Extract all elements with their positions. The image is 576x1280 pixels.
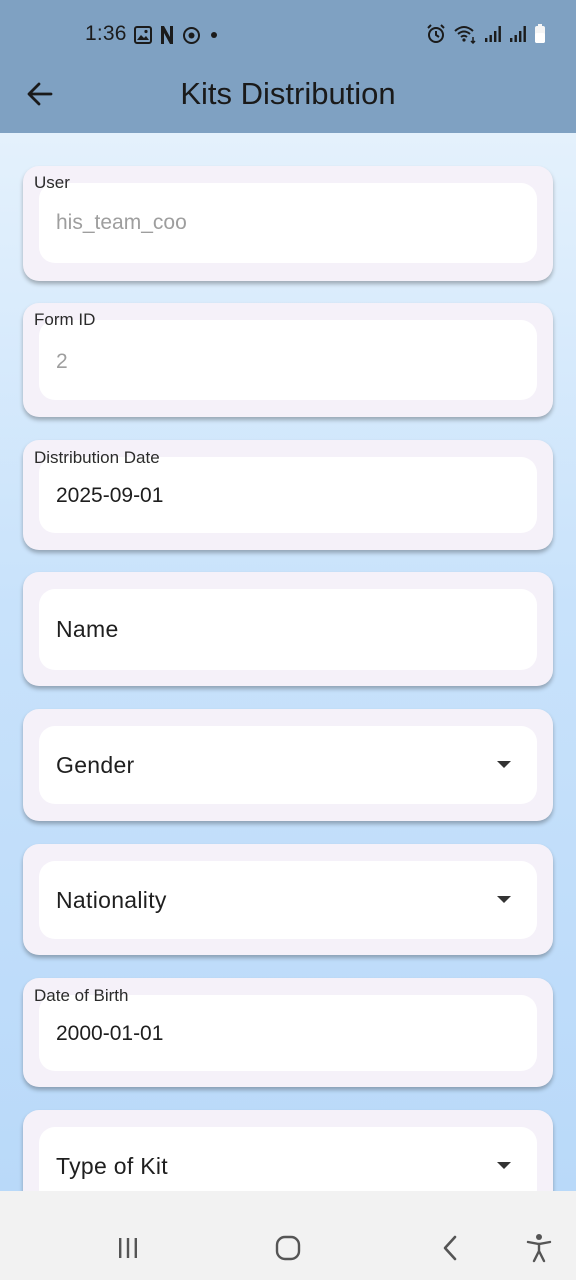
recent-apps-icon [119,1238,137,1258]
signal-icon [510,26,526,42]
header: 1:36 Kits Distribution [0,0,576,133]
page-title: Kits Distribution [180,76,396,111]
dot-icon [211,32,217,38]
home-button[interactable] [272,1232,304,1264]
caret-down-icon [497,1162,511,1169]
recent-apps-button[interactable] [112,1232,144,1264]
signal-icon [485,26,501,42]
distribution-date-label: Distribution Date [34,448,160,467]
name-label: Name [56,616,119,642]
type-of-kit-dropdown[interactable]: Type of Kit [39,1127,537,1191]
user-label: User [34,173,70,192]
form-id-label: Form ID [34,310,96,329]
type-of-kit-label: Type of Kit [56,1153,168,1179]
back-icon [443,1235,457,1261]
screen: 1:36 Kits Distribution his_team_coo User… [0,0,576,1280]
sync-icon [183,26,200,44]
form-id-value: 2 [56,350,68,373]
home-icon [275,1235,301,1261]
nationality-card: Nationality [23,844,553,955]
nationality-label: Nationality [56,887,167,913]
system-nav-bar [0,1212,576,1280]
system-back-button[interactable] [434,1232,466,1264]
status-right-icons [426,24,546,44]
gender-card: Gender [23,709,553,821]
accessibility-icon [526,1234,552,1263]
image-icon [134,26,152,44]
caret-down-icon [497,896,511,903]
wifi-icon [454,26,476,44]
nationality-dropdown[interactable]: Nationality [39,861,537,939]
form-id-card: 2 [23,303,553,417]
user-card: his_team_coo [23,166,553,281]
app-bar: Kits Distribution [0,60,576,130]
battery-icon [535,24,545,43]
alarm-icon [427,24,445,43]
type-of-kit-card: Type of Kit [23,1110,553,1191]
user-value: his_team_coo [56,211,187,234]
date-of-birth-value: 2000-01-01 [56,1022,164,1045]
gender-label: Gender [56,752,135,778]
form-content: his_team_coo User 2 Form ID 2025-09-01 D… [0,133,576,1191]
gender-dropdown[interactable]: Gender [39,726,537,804]
user-field[interactable]: his_team_coo [39,183,537,263]
n-icon [161,26,173,44]
status-time: 1:36 [85,22,127,45]
distribution-date-field[interactable]: 2025-09-01 [39,457,537,533]
date-of-birth-field[interactable]: 2000-01-01 [39,995,537,1071]
name-field[interactable]: Name [39,589,537,670]
caret-down-icon [497,761,511,768]
distribution-date-value: 2025-09-01 [56,484,164,507]
status-left-icons [134,25,219,45]
form-id-field[interactable]: 2 [39,320,537,400]
name-card: Name [23,572,553,686]
date-of-birth-label: Date of Birth [34,986,129,1005]
accessibility-button[interactable] [523,1232,555,1264]
